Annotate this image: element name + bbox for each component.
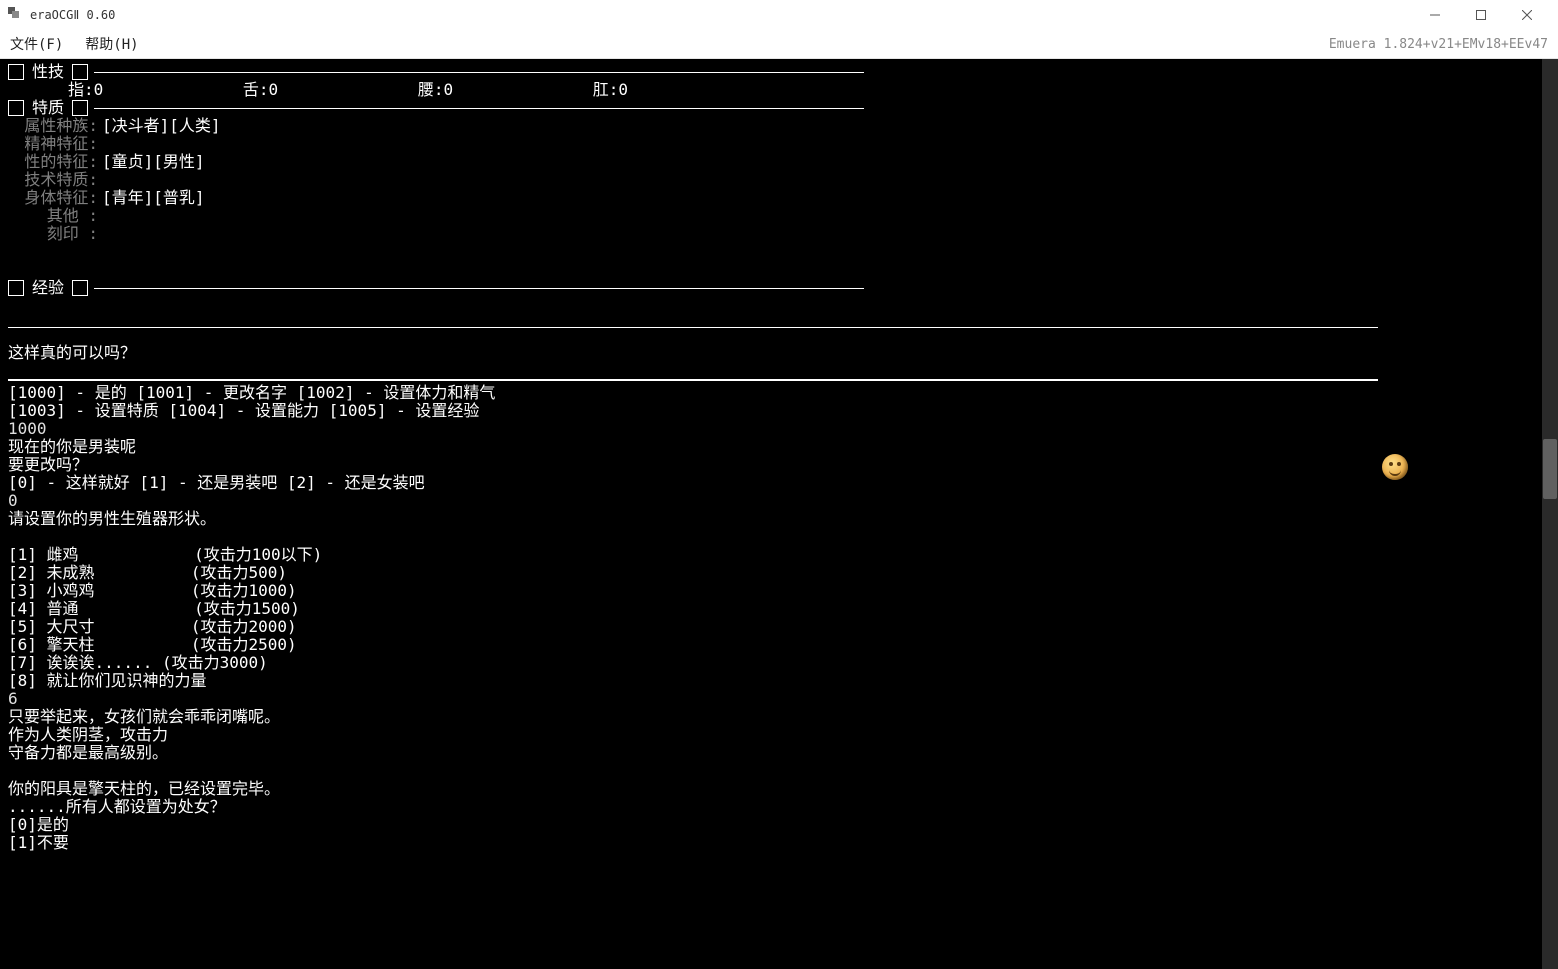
menu-help[interactable]: 帮助(H) [85,34,138,54]
trait-race: 属性种族: [决斗者][人类] [8,117,1550,135]
app-window: eraOCGⅡ 0.60 文件(F) 帮助(H) Emuera 1.824+v2… [0,0,1558,969]
trait-race-label: 属性种族: [8,117,102,135]
organ-opt-3[interactable]: [3] 小鸡鸡 (攻击力1000) [8,582,1550,600]
cloth-options[interactable]: [0] - 这样就好 [1] - 还是男装吧 [2] - 还是女装吧 [8,474,1550,492]
menu-file[interactable]: 文件(F) [10,34,63,54]
trait-other-label: 其他 : [8,207,102,225]
virgin-opt-yes[interactable]: [0]是的 [8,816,1550,834]
minimize-button[interactable] [1412,0,1458,30]
checkbox-icon [8,64,24,80]
input-echo-3: 6 [8,690,1550,708]
organ-opt-1[interactable]: [1] 雌鸡 (攻击力100以下) [8,546,1550,564]
input-echo-1: 1000 [8,420,1550,438]
trait-mental: 精神特征: [8,135,1550,153]
checkbox-icon [72,64,88,80]
trait-sexual: 性的特征: [童贞][男性] [8,153,1550,171]
stat-anus: 肛:0 [593,81,628,99]
checkbox-icon [8,100,24,116]
menubar: 文件(F) 帮助(H) Emuera 1.824+v21+EMv18+EEv47 [0,30,1558,59]
divider [94,288,864,289]
option-line-2[interactable]: [1003] - 设置特质 [1004] - 设置能力 [1005] - 设置经… [8,402,1550,420]
text-virgin-q: ......所有人都设置为处女？ [8,798,1550,816]
section-trait-header: 特质 [8,99,1550,117]
close-icon [1522,10,1532,20]
trait-body-label: 身体特征: [8,189,102,207]
scrollbar[interactable] [1542,59,1558,969]
organ-opt-2[interactable]: [2] 未成熟 (攻击力500) [8,564,1550,582]
organ-opt-8[interactable]: [8] 就让你们见识神的力量 [8,672,1550,690]
stat-waist: 腰:0 [418,81,453,99]
skill-stats: 指:0 舌:0 腰:0 肛:0 [8,81,628,99]
organ-opt-4[interactable]: [4] 普通 (攻击力1500) [8,600,1550,618]
trait-other: 其他 : [8,207,1550,225]
stat-finger: 指:0 [68,81,103,99]
confirm-text: 这样真的可以吗？ [8,344,1550,362]
window-title: eraOCGⅡ 0.60 [30,8,115,22]
trait-mark: 刻印 : [8,225,1550,243]
divider [94,108,864,109]
text-react-2: 作为人类阴茎，攻击力 [8,726,1550,744]
close-button[interactable] [1504,0,1550,30]
section-skill-header: 性技 [8,63,1550,81]
divider [8,379,1378,381]
checkbox-icon [72,280,88,296]
titlebar: eraOCGⅡ 0.60 [0,0,1558,30]
organ-opt-5[interactable]: [5] 大尺寸 (攻击力2000) [8,618,1550,636]
stat-tongue: 舌:0 [243,81,278,99]
trait-mental-label: 精神特征: [8,135,102,153]
text-change-q: 要更改吗？ [8,456,1550,474]
divider [8,327,1378,328]
checkbox-icon [8,280,24,296]
maximize-button[interactable] [1458,0,1504,30]
scrollbar-thumb[interactable] [1543,439,1557,499]
section-exp-header: 经验 [8,279,1550,297]
engine-version: Emuera 1.824+v21+EMv18+EEv47 [1329,37,1548,52]
organ-opt-6[interactable]: [6] 擎天柱 (攻击力2500) [8,636,1550,654]
trait-tech: 技术特质: [8,171,1550,189]
trait-race-value: [决斗者][人类] [102,117,221,135]
section-skill-label: 性技 [32,63,64,81]
trait-tech-label: 技术特质: [8,171,102,189]
minimize-icon [1430,10,1440,20]
text-set-organ: 请设置你的男性生殖器形状。 [8,510,1550,528]
text-react-1: 只要举起来，女孩们就会乖乖闭嘴呢。 [8,708,1550,726]
divider [94,72,864,73]
trait-sexual-value: [童贞][男性] [102,153,205,171]
trait-sexual-label: 性的特征: [8,153,102,171]
game-area: 性技 指:0 舌:0 腰:0 肛:0 特质 属性种族: [决斗者][人类] 精神… [0,59,1558,969]
app-icon [8,7,24,23]
organ-opt-7[interactable]: [7] 诶诶诶...... (攻击力3000) [8,654,1550,672]
option-line-1[interactable]: [1000] - 是的 [1001] - 更改名字 [1002] - 设置体力和… [8,384,1550,402]
maximize-icon [1476,10,1486,20]
smiley-icon [1382,454,1408,480]
input-echo-2: 0 [8,492,1550,510]
section-trait-label: 特质 [32,99,64,117]
text-done: 你的阳具是擎天柱的，已经设置完毕。 [8,780,1550,798]
trait-body-value: [青年][普乳] [102,189,205,207]
trait-mark-label: 刻印 : [8,225,102,243]
section-exp-label: 经验 [32,279,64,297]
checkbox-icon [72,100,88,116]
virgin-opt-no[interactable]: [1]不要 [8,834,1550,852]
trait-body: 身体特征: [青年][普乳] [8,189,1550,207]
text-now-male: 现在的你是男装呢 [8,438,1550,456]
text-react-3: 守备力都是最高级别。 [8,744,1550,762]
